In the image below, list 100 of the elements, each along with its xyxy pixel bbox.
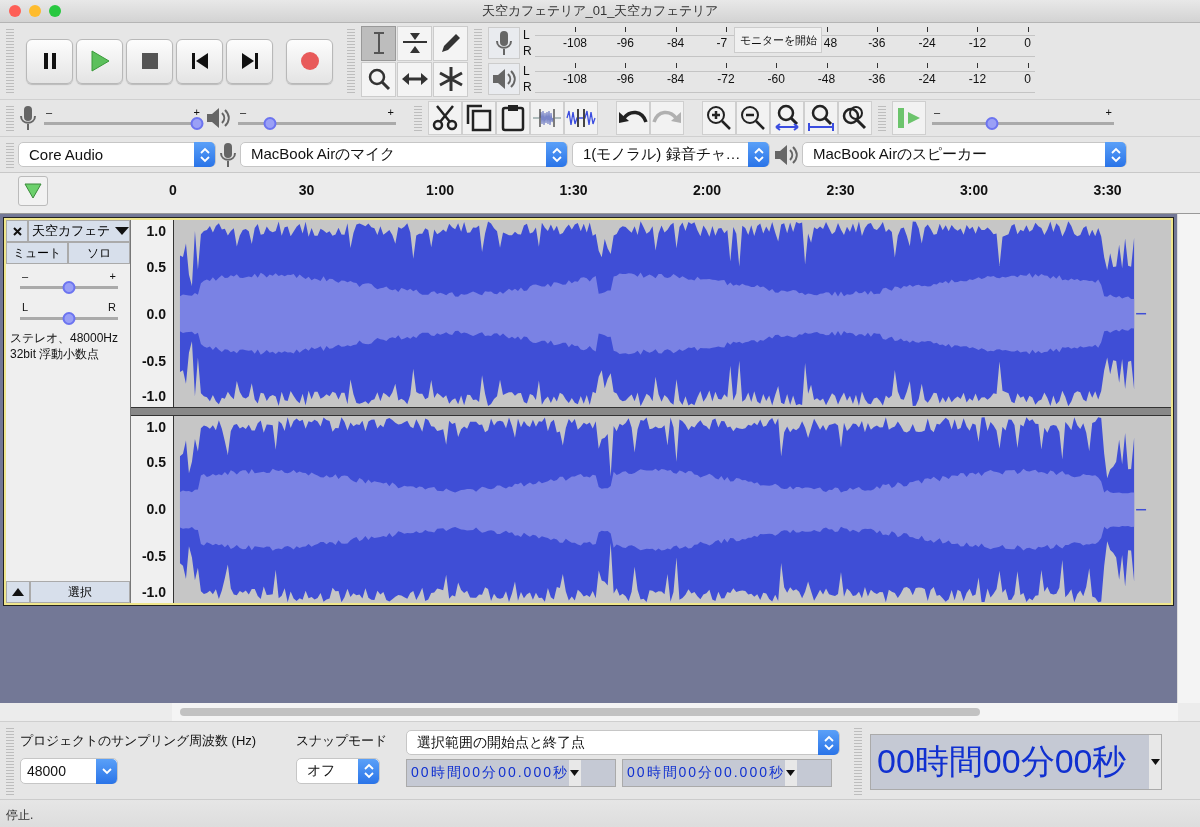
microphone-icon xyxy=(496,30,512,56)
timeline-label: 2:00 xyxy=(693,182,721,198)
slider-max-label: + xyxy=(193,105,200,118)
meter-tick-label: 0 xyxy=(1024,36,1032,50)
copy-button[interactable] xyxy=(462,101,496,135)
dropdown-caret-icon xyxy=(115,227,129,235)
clipboard-icon xyxy=(501,104,525,132)
channel-label: R xyxy=(523,79,533,95)
record-meter-button[interactable] xyxy=(488,27,520,59)
amplitude-scale-label: -1.0 xyxy=(141,388,166,405)
slider-thumb[interactable] xyxy=(190,116,204,130)
skip-start-button[interactable] xyxy=(176,38,223,84)
amplitude-scale-label: 0.5 xyxy=(146,454,166,471)
timeline-label: 30 xyxy=(298,182,315,198)
slider-thumb[interactable] xyxy=(263,116,277,130)
host-device-dropdown[interactable]: Core Audio xyxy=(18,142,216,167)
zoom-out-button[interactable] xyxy=(736,101,770,135)
meter-tick-label: -84 xyxy=(666,72,685,86)
fit-selection-button[interactable] xyxy=(770,101,804,135)
channel-separator[interactable] xyxy=(131,407,1171,416)
amplitude-scale-label: 1.0 xyxy=(146,418,166,435)
horizontal-scrollbar[interactable] xyxy=(172,703,1178,721)
fit-project-icon xyxy=(806,104,836,132)
slider-thumb[interactable] xyxy=(62,312,76,325)
meter-tick-label: -12 xyxy=(968,36,987,50)
start-monitoring-button[interactable]: モニターを開始 xyxy=(734,27,822,53)
selection-mode-dropdown[interactable]: 選択範囲の開始点と終了点 xyxy=(406,730,840,755)
select-tool-button[interactable] xyxy=(361,25,396,61)
dropdown-caret-icon xyxy=(1150,759,1160,765)
stepper-arrows-icon xyxy=(1110,146,1121,163)
slider-thumb[interactable] xyxy=(62,281,76,294)
microphone-icon xyxy=(220,141,236,168)
silence-audio-icon xyxy=(566,107,596,129)
stepper-arrows-icon xyxy=(363,763,374,779)
slider-min-label: – xyxy=(240,105,247,118)
zoom-tool-button[interactable] xyxy=(361,61,396,97)
undo-button[interactable] xyxy=(616,101,650,135)
input-device-dropdown[interactable]: MacBook Airのマイク xyxy=(240,142,568,167)
pause-icon xyxy=(41,52,58,70)
meter-tick-label: -48 xyxy=(817,72,836,86)
playback-meter-button[interactable] xyxy=(488,63,520,95)
cut-button[interactable] xyxy=(428,101,462,135)
amplitude-scale-label: -0.5 xyxy=(141,352,166,369)
output-device-dropdown[interactable]: MacBook Airのスピーカー xyxy=(802,142,1127,167)
stepper-arrows-icon xyxy=(551,146,562,163)
zoom-toggle-button[interactable] xyxy=(838,101,872,135)
vertical-scrollbar[interactable] xyxy=(1177,214,1200,703)
time-display[interactable]: 00時間00分00秒 xyxy=(870,734,1162,790)
zoom-in-icon xyxy=(706,105,732,131)
paste-button[interactable] xyxy=(496,101,530,135)
amplitude-scale-label: 0.0 xyxy=(146,305,166,322)
selection-end-field[interactable]: 00時間00分00.000秒 xyxy=(622,759,832,787)
close-window-button[interactable] xyxy=(9,5,21,17)
selection-start-field[interactable]: 00時間00分00.000秒 xyxy=(406,759,616,787)
solo-button[interactable]: ソロ xyxy=(68,242,130,264)
record-icon xyxy=(299,51,320,71)
timeline-label: 2:30 xyxy=(826,182,855,198)
envelope-icon xyxy=(401,31,428,55)
play-icon xyxy=(89,50,110,72)
slider-min-label: – xyxy=(46,105,53,118)
channel-label: L xyxy=(523,27,531,43)
select-track-button[interactable]: 選択 xyxy=(30,581,130,603)
record-button[interactable] xyxy=(286,38,333,84)
timeline-label: 0 xyxy=(169,182,177,198)
zoom-in-button[interactable] xyxy=(702,101,736,135)
stepper-arrows-icon xyxy=(199,146,210,163)
amplitude-scale-label: -1.0 xyxy=(141,583,166,600)
chevron-down-icon xyxy=(101,767,112,775)
multi-tool-button[interactable] xyxy=(433,61,468,97)
snap-mode-dropdown[interactable]: オフ xyxy=(296,758,380,784)
slider-thumb[interactable] xyxy=(985,116,999,130)
amplitude-scale-label: 1.0 xyxy=(146,223,166,240)
silence-button[interactable] xyxy=(564,101,598,135)
fit-project-button[interactable] xyxy=(804,101,838,135)
stop-button[interactable] xyxy=(126,38,173,84)
stepper-arrows-icon xyxy=(753,146,764,163)
draw-tool-button[interactable] xyxy=(433,25,468,61)
zoom-toggle-icon xyxy=(841,104,869,132)
sample-rate-dropdown[interactable]: 48000 xyxy=(20,758,118,784)
trim-button[interactable] xyxy=(530,101,564,135)
amplitude-scale-label: -0.5 xyxy=(141,548,166,565)
track-name-menu[interactable]: 天空カフェテ xyxy=(28,220,130,242)
envelope-tool-button[interactable] xyxy=(397,25,432,61)
skip-to-start-icon xyxy=(190,52,209,70)
meter-tick-label: -96 xyxy=(616,72,634,86)
asterisk-icon xyxy=(437,66,464,92)
timeshift-tool-button[interactable] xyxy=(397,61,432,97)
skip-end-button[interactable] xyxy=(226,38,273,84)
pause-button[interactable] xyxy=(26,38,73,84)
zoom-out-icon xyxy=(740,105,766,131)
meter-tick-label: 48 xyxy=(823,36,838,50)
channels-device-dropdown[interactable]: 1(モノラル) 録音チャ… xyxy=(572,142,770,167)
slider-max-label: + xyxy=(1105,105,1112,118)
speaker-icon xyxy=(206,107,230,129)
mute-button[interactable]: ミュート xyxy=(6,242,68,264)
timeline-label: 3:30 xyxy=(1093,182,1122,198)
stop-icon xyxy=(141,53,158,69)
slider-max-label: R xyxy=(108,301,116,313)
timeline-options-button[interactable] xyxy=(18,176,48,206)
play-at-speed-button[interactable] xyxy=(892,101,926,135)
